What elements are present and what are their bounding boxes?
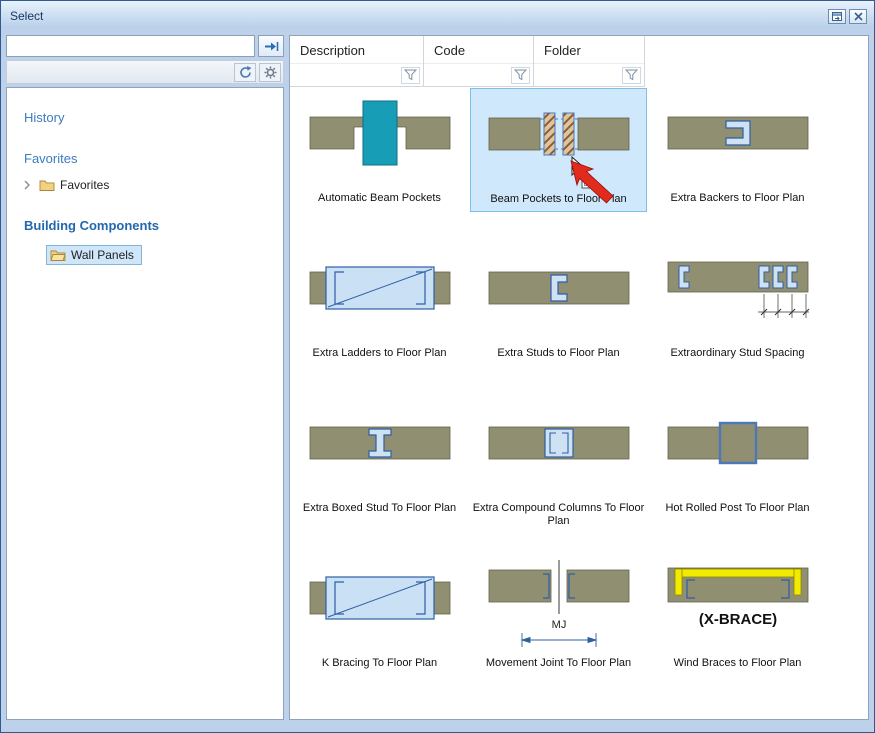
component-label: Wind Braces to Floor Plan [674, 657, 802, 670]
close-icon [854, 12, 863, 21]
gear-icon [264, 66, 277, 79]
folder-open-icon [50, 249, 66, 262]
favorites-link[interactable]: Favorites [24, 151, 273, 166]
tree-node-favorites[interactable]: Favorites [24, 178, 273, 192]
select-dialog: Select [0, 0, 875, 733]
xbrace-label: (X-BRACE) [698, 611, 776, 628]
dock-icon [832, 12, 842, 21]
building-components-heading[interactable]: Building Components [24, 218, 273, 233]
component-grid: Automatic Beam Pockets [290, 88, 827, 708]
component-label: Beam Pockets to Floor Plan [490, 193, 626, 206]
component-item[interactable]: Automatic Beam Pockets [290, 88, 469, 243]
arrow-right-icon [264, 41, 279, 52]
component-item[interactable]: Extra Compound Columns To Floor Plan [469, 398, 648, 553]
refresh-button[interactable] [234, 63, 256, 82]
extra-studs-icon [484, 246, 634, 346]
chevron-expand-icon[interactable] [24, 180, 34, 190]
mj-label: MJ [551, 619, 566, 631]
close-button[interactable] [849, 9, 867, 24]
column-headers: Description Code [290, 36, 868, 87]
component-item[interactable]: Extraordinary Stud Spacing [648, 243, 827, 398]
filter-funnel-icon [514, 69, 527, 81]
description-filter-button[interactable] [401, 67, 420, 84]
sidebar-toolbar [6, 60, 284, 84]
tree-node-label: Wall Panels [71, 248, 134, 262]
dock-button[interactable] [828, 9, 846, 24]
titlebar[interactable]: Select [1, 1, 874, 28]
sidebar: History Favorites Favorites Building Com… [6, 35, 284, 720]
extra-backers-icon [663, 91, 813, 191]
refresh-icon [239, 66, 252, 79]
component-item[interactable]: Extra Backers to Floor Plan [648, 88, 827, 243]
window-title: Select [10, 9, 43, 23]
search-input[interactable] [6, 35, 255, 57]
component-label: Extra Studs to Floor Plan [497, 347, 619, 360]
k-bracing-icon [305, 556, 455, 656]
folder-filter-button[interactable] [622, 67, 641, 84]
extra-compound-columns-icon [484, 401, 634, 501]
history-link[interactable]: History [24, 110, 273, 125]
hot-rolled-post-icon [663, 401, 813, 501]
component-item[interactable]: Extra Ladders to Floor Plan [290, 243, 469, 398]
component-item[interactable]: MJ Movement Joint To Floor Plan [469, 553, 648, 708]
wind-braces-icon: (X-BRACE) [663, 556, 813, 656]
column-header-folder[interactable]: Folder [534, 36, 645, 87]
component-label: Extraordinary Stud Spacing [671, 347, 805, 360]
extra-boxed-stud-icon [305, 401, 455, 501]
component-label: Extra Backers to Floor Plan [671, 192, 805, 205]
navigation-tree: History Favorites Favorites Building Com… [6, 87, 284, 720]
component-item[interactable]: Extra Boxed Stud To Floor Plan [290, 398, 469, 553]
column-header-description[interactable]: Description [290, 36, 424, 87]
component-label: Movement Joint To Floor Plan [486, 657, 631, 670]
settings-button[interactable] [259, 63, 281, 82]
filter-funnel-icon [404, 69, 417, 81]
extraordinary-stud-spacing-icon [663, 246, 813, 346]
folder-icon [39, 179, 55, 192]
component-label: Extra Boxed Stud To Floor Plan [303, 502, 456, 515]
component-item[interactable]: K Bracing To Floor Plan [290, 553, 469, 708]
tree-node-wall-panels[interactable]: Wall Panels [46, 245, 142, 265]
automatic-beam-pockets-icon [305, 91, 455, 191]
extra-ladders-icon [305, 246, 455, 346]
component-label: K Bracing To Floor Plan [322, 657, 437, 670]
component-item[interactable]: (X-BRACE) Wind Braces to Floor Plan [648, 553, 827, 708]
search-go-button[interactable] [258, 35, 284, 57]
component-label: Extra Compound Columns To Floor Plan [473, 502, 645, 528]
tree-node-label: Favorites [60, 178, 109, 192]
component-item[interactable]: Extra Studs to Floor Plan [469, 243, 648, 398]
code-filter-button[interactable] [511, 67, 530, 84]
component-label: Automatic Beam Pockets [318, 192, 441, 205]
filter-funnel-icon [625, 69, 638, 81]
component-label: Extra Ladders to Floor Plan [313, 347, 447, 360]
beam-pockets-floor-plan-icon [484, 92, 634, 192]
component-item[interactable]: Hot Rolled Post To Floor Plan [648, 398, 827, 553]
component-label: Hot Rolled Post To Floor Plan [665, 502, 809, 515]
component-item-selected[interactable]: Beam Pockets to Floor Plan [469, 88, 648, 243]
movement-joint-icon: MJ [484, 556, 634, 656]
component-panel: Description Code [289, 35, 869, 720]
column-header-code[interactable]: Code [424, 36, 534, 87]
